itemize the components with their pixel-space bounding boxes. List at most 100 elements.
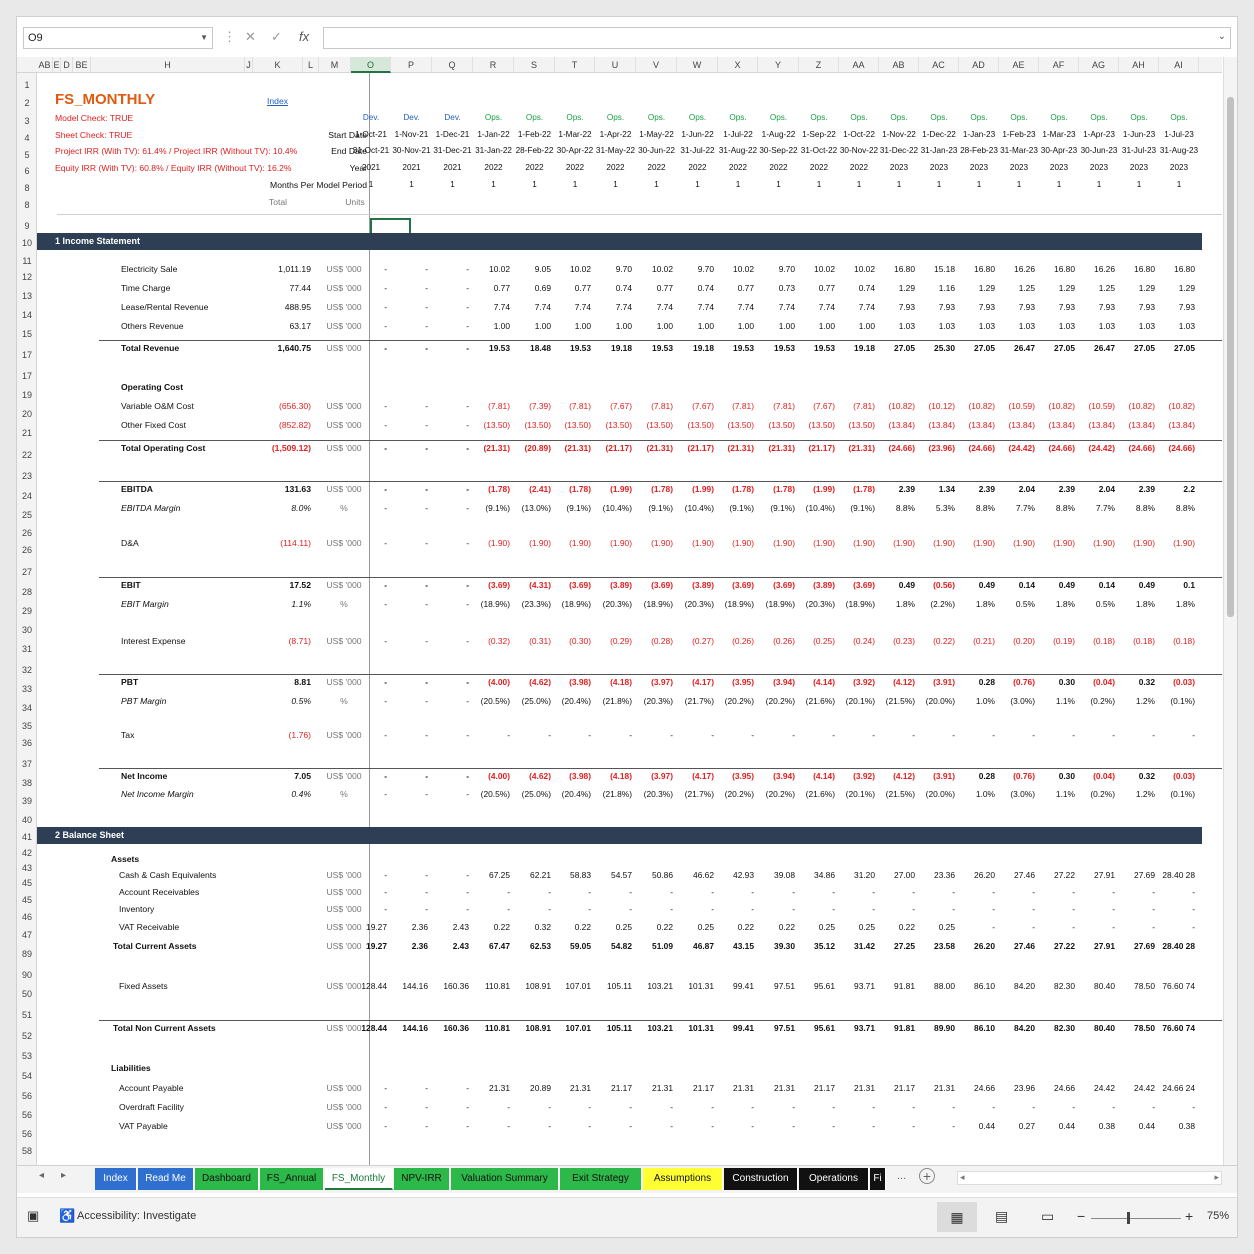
cell-value[interactable]: 2.39 xyxy=(879,484,915,494)
cell-value[interactable]: - xyxy=(1079,887,1115,897)
cell-value[interactable]: - xyxy=(636,904,673,914)
cell-value[interactable]: - xyxy=(514,887,551,897)
cell-value[interactable]: 2.04 xyxy=(999,484,1035,494)
cell-value[interactable]: 1.03 xyxy=(999,321,1035,331)
cell-value[interactable]: - xyxy=(1159,1102,1195,1112)
cell-value[interactable]: 0.74 xyxy=(839,283,875,293)
cell-value[interactable]: 27.05 xyxy=(1119,343,1155,353)
row-header[interactable]: 89 xyxy=(17,949,37,959)
add-sheet-icon[interactable]: + xyxy=(919,1168,935,1184)
cell-value[interactable]: (9.1%) xyxy=(636,503,673,513)
cell-value[interactable]: 0.49 xyxy=(959,580,995,590)
cell-value[interactable]: (9.1%) xyxy=(555,503,591,513)
cell-value[interactable]: 0.74 xyxy=(595,283,632,293)
cell-value[interactable]: - xyxy=(677,904,714,914)
cell-value[interactable]: 1.2% xyxy=(1119,789,1155,799)
cell-value[interactable]: 0.77 xyxy=(799,283,835,293)
cell-value[interactable]: (0.56) xyxy=(919,580,955,590)
cell-value[interactable]: (7.81) xyxy=(758,401,795,411)
cell-value[interactable]: 105.11 xyxy=(595,1023,632,1033)
cell-value[interactable]: (4.12) xyxy=(879,771,915,781)
cell-value[interactable]: - xyxy=(1119,730,1155,740)
cell-value[interactable]: 0.38 xyxy=(1079,1121,1115,1131)
cell-value[interactable]: 27.05 xyxy=(879,343,915,353)
cell-value[interactable]: 5.3% xyxy=(919,503,955,513)
cancel-icon[interactable]: ✕ xyxy=(245,27,256,47)
cell-value[interactable]: (1.99) xyxy=(595,484,632,494)
cell-value[interactable]: - xyxy=(391,343,428,353)
cell-value[interactable]: (0.27) xyxy=(677,636,714,646)
cell-value[interactable]: - xyxy=(919,1102,955,1112)
cell-value[interactable]: - xyxy=(718,730,754,740)
cell-value[interactable]: (20.89) xyxy=(514,443,551,453)
cell-value[interactable]: - xyxy=(391,636,428,646)
cell-value[interactable]: 2.43 xyxy=(432,922,469,932)
cell-value[interactable]: (10.59) xyxy=(1079,401,1115,411)
cell-value[interactable]: 0.22 xyxy=(636,922,673,932)
cell-value[interactable]: (23.3%) xyxy=(514,599,551,609)
cell-value[interactable]: 10.02 xyxy=(799,264,835,274)
cell-value[interactable]: 1.29 xyxy=(1159,283,1195,293)
cell-value[interactable]: (0.23) xyxy=(879,636,915,646)
cell-value[interactable]: - xyxy=(677,1121,714,1131)
cell-value[interactable]: 0.27 xyxy=(999,1121,1035,1131)
cell-value[interactable]: (1.78) xyxy=(839,484,875,494)
cell-value[interactable]: (10.4%) xyxy=(677,503,714,513)
cell-value[interactable]: (3.97) xyxy=(636,677,673,687)
cell-value[interactable]: 27.46 xyxy=(999,941,1035,951)
cell-value[interactable]: 7.74 xyxy=(799,302,835,312)
column-header[interactable]: O xyxy=(351,57,391,73)
cell-value[interactable]: 23.96 xyxy=(999,1083,1035,1093)
row-header[interactable]: 31 xyxy=(17,644,37,654)
cell-value[interactable]: - xyxy=(351,599,387,609)
row-header[interactable]: 42 xyxy=(17,848,37,858)
cell-value[interactable]: (3.89) xyxy=(799,580,835,590)
cell-value[interactable]: - xyxy=(999,1102,1035,1112)
cell-value[interactable]: 34.86 xyxy=(799,870,835,880)
normal-view-icon[interactable]: ▦ xyxy=(937,1202,977,1232)
accessibility-status[interactable]: Accessibility: Investigate xyxy=(77,1210,196,1222)
cell-value[interactable]: 1.00 xyxy=(636,321,673,331)
cell-value[interactable]: - xyxy=(1119,887,1155,897)
cell-value[interactable]: 27.05 xyxy=(1039,343,1075,353)
row-header[interactable]: 54 xyxy=(17,1071,37,1081)
cell-value[interactable]: 35.12 xyxy=(799,941,835,951)
cell-value[interactable]: - xyxy=(432,484,469,494)
row-header[interactable]: 3 xyxy=(17,116,37,126)
cell-value[interactable]: (2.2%) xyxy=(919,599,955,609)
cell-value[interactable]: (10.82) xyxy=(1119,401,1155,411)
cell-value[interactable]: 0.49 xyxy=(1119,580,1155,590)
cell-value[interactable]: 2.36 xyxy=(391,941,428,951)
cell-value[interactable]: 144.16 xyxy=(391,1023,428,1033)
cell-value[interactable]: 58.83 xyxy=(555,870,591,880)
cell-value[interactable]: 10.02 xyxy=(839,264,875,274)
cell-value[interactable]: 7.74 xyxy=(758,302,795,312)
cell-value[interactable]: - xyxy=(718,1121,754,1131)
cell-value[interactable]: (3.98) xyxy=(555,771,591,781)
row-header[interactable]: 20 xyxy=(17,409,37,419)
cell-value[interactable]: 43.15 xyxy=(718,941,754,951)
cell-value[interactable]: (25.0%) xyxy=(514,696,551,706)
cell-value[interactable]: - xyxy=(1039,922,1075,932)
cell-value[interactable]: 25.30 xyxy=(919,343,955,353)
cell-value[interactable]: - xyxy=(351,484,387,494)
cell-value[interactable]: - xyxy=(351,677,387,687)
cell-value[interactable]: 7.74 xyxy=(473,302,510,312)
cell-value[interactable]: - xyxy=(432,443,469,453)
cell-value[interactable]: (0.25) xyxy=(799,636,835,646)
cell-value[interactable]: 8.8% xyxy=(1039,503,1075,513)
cell-value[interactable]: - xyxy=(432,730,469,740)
cell-value[interactable]: (3.89) xyxy=(595,580,632,590)
cell-value[interactable]: (9.1%) xyxy=(473,503,510,513)
cell-value[interactable]: 93.71 xyxy=(839,981,875,991)
cell-value[interactable]: (18.9%) xyxy=(758,599,795,609)
cell-value[interactable]: (1.90) xyxy=(959,538,995,548)
cell-value[interactable]: 7.93 xyxy=(879,302,915,312)
row-header[interactable]: 47 xyxy=(17,930,37,940)
cell-value[interactable]: 8.8% xyxy=(959,503,995,513)
cell-value[interactable]: 16.80 xyxy=(1159,264,1195,274)
cell-value[interactable]: 0.44 xyxy=(1039,1121,1075,1131)
cell-value[interactable]: (1.90) xyxy=(839,538,875,548)
cell-value[interactable]: - xyxy=(432,283,469,293)
column-header[interactable]: K xyxy=(253,57,303,73)
